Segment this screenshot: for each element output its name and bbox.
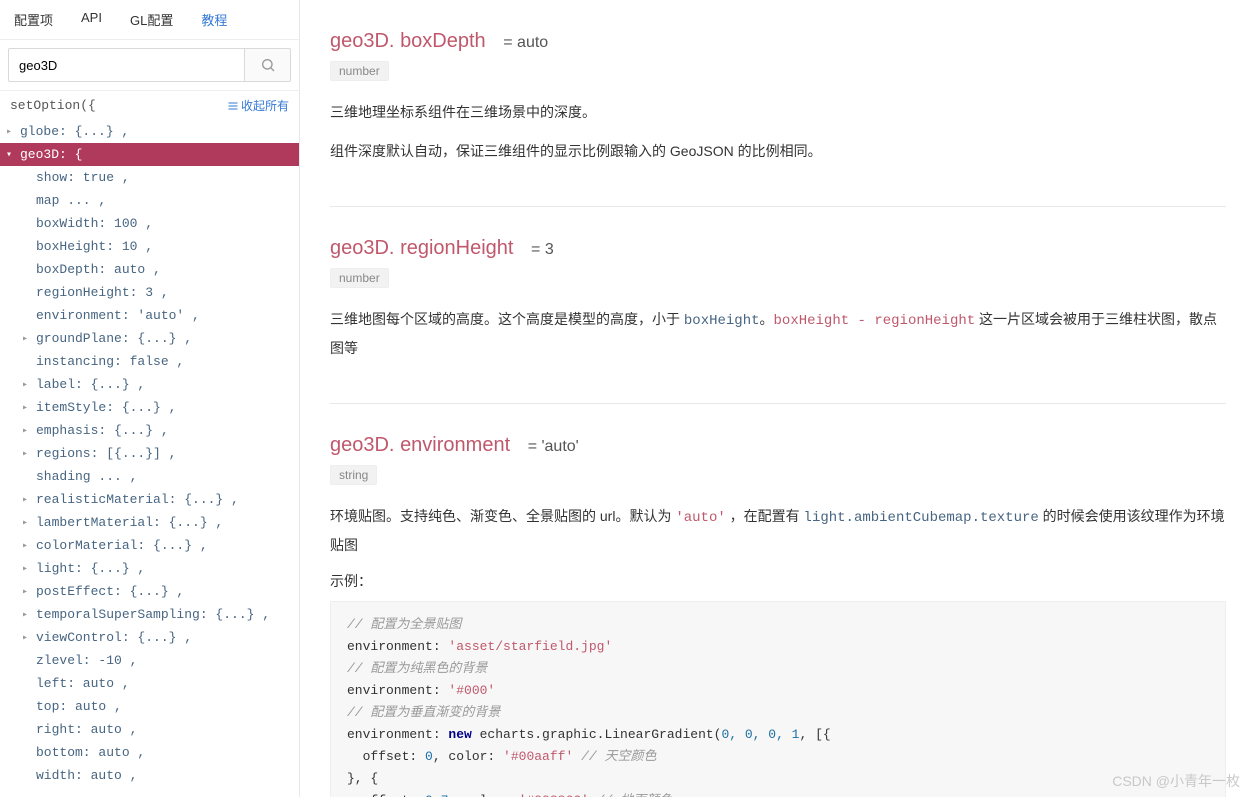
title-name: environment (400, 434, 510, 456)
search-row (0, 40, 299, 91)
option-tree: ▸globe: {...} , ▾geo3D: { show: true , m… (0, 120, 299, 797)
chevron-right-icon: ▸ (22, 632, 28, 644)
title-prefix: geo3D. (330, 30, 400, 52)
desc-paragraph: 三维地理坐标系组件在三维场景中的深度。 (330, 99, 1226, 126)
collapse-all-label: 收起所有 (241, 97, 289, 114)
type-badge: string (330, 465, 377, 485)
tree-item-top[interactable]: top: auto , (0, 695, 299, 718)
chevron-right-icon: ▸ (22, 333, 28, 345)
collapse-icon (227, 100, 239, 112)
sidebar: 配置项 API GL配置 教程 setOption({ 收起所有 ▸globe:… (0, 0, 300, 797)
chevron-right-icon: ▸ (22, 609, 28, 621)
tree-item-boxdepth[interactable]: boxDepth: auto , (0, 258, 299, 281)
tab-options[interactable]: 配置项 (0, 0, 67, 39)
tree-item-regions[interactable]: ▸regions: [{...}] , (0, 442, 299, 465)
chevron-down-icon: ▾ (6, 149, 12, 161)
tree-item-boxwidth[interactable]: boxWidth: 100 , (0, 212, 299, 235)
code-link[interactable]: light.ambientCubemap.texture (804, 510, 1039, 526)
section-title: geo3D. boxDepth = auto (330, 30, 1226, 53)
chevron-right-icon: ▸ (22, 586, 28, 598)
section-regionheight: geo3D. regionHeight = 3 number 三维地图每个区域的… (330, 206, 1226, 403)
title-prefix: geo3D. (330, 434, 400, 456)
chevron-right-icon: ▸ (22, 494, 28, 506)
tree-item-globe[interactable]: ▸globe: {...} , (0, 120, 299, 143)
tree-item-colormaterial[interactable]: ▸colorMaterial: {...} , (0, 534, 299, 557)
type-badge: number (330, 268, 389, 288)
tree-item-groundplane[interactable]: ▸groundPlane: {...} , (0, 327, 299, 350)
desc-paragraph: 环境贴图。支持纯色、渐变色、全景贴图的 url。默认为 'auto' ，在配置有… (330, 503, 1226, 558)
section-environment: geo3D. environment = 'auto' string 环境贴图。… (330, 403, 1226, 797)
title-name: regionHeight (400, 237, 513, 259)
tree-item-width[interactable]: width: auto , (0, 764, 299, 787)
search-icon (260, 57, 276, 73)
chevron-right-icon: ▸ (22, 517, 28, 529)
tree-item-zlevel[interactable]: zlevel: -10 , (0, 649, 299, 672)
code-link[interactable]: boxHeight (684, 313, 760, 329)
tab-glconfig[interactable]: GL配置 (116, 0, 187, 39)
tab-api[interactable]: API (67, 0, 116, 39)
tree-item-light[interactable]: ▸light: {...} , (0, 557, 299, 580)
tab-bar: 配置项 API GL配置 教程 (0, 0, 299, 40)
chevron-right-icon: ▸ (22, 448, 28, 460)
tree-item-label[interactable]: ▸label: {...} , (0, 373, 299, 396)
desc-paragraph: 三维地图每个区域的高度。这个高度是模型的高度，小于 boxHeight。boxH… (330, 306, 1226, 361)
app-root: 配置项 API GL配置 教程 setOption({ 收起所有 ▸globe:… (0, 0, 1256, 797)
tree-item-bottom[interactable]: bottom: auto , (0, 741, 299, 764)
search-button[interactable] (245, 48, 291, 82)
section-title: geo3D. environment = 'auto' (330, 434, 1226, 457)
chevron-right-icon: ▸ (22, 540, 28, 552)
chevron-right-icon: ▸ (6, 126, 12, 138)
tree-item-environment[interactable]: environment: 'auto' , (0, 304, 299, 327)
title-default: = 'auto' (528, 438, 579, 455)
tree-item-boxheight[interactable]: boxHeight: 10 , (0, 235, 299, 258)
tree-item-right[interactable]: right: auto , (0, 718, 299, 741)
chevron-right-icon: ▸ (22, 563, 28, 575)
tree-item-geo3d[interactable]: ▾geo3D: { (0, 143, 299, 166)
inline-code: boxHeight - regionHeight (774, 313, 976, 329)
tree-item-posteffect[interactable]: ▸postEffect: {...} , (0, 580, 299, 603)
tree-item-left[interactable]: left: auto , (0, 672, 299, 695)
section-title: geo3D. regionHeight = 3 (330, 237, 1226, 260)
title-default: = 3 (531, 241, 554, 258)
example-label: 示例： (330, 571, 1226, 591)
chevron-right-icon: ▸ (22, 402, 28, 414)
inline-code: 'auto' (675, 510, 725, 526)
setoption-label: setOption({ (10, 98, 96, 113)
title-name: boxDepth (400, 30, 486, 52)
tree-item-instancing[interactable]: instancing: false , (0, 350, 299, 373)
tree-item-show[interactable]: show: true , (0, 166, 299, 189)
type-badge: number (330, 61, 389, 81)
tree-item-emphasis[interactable]: ▸emphasis: {...} , (0, 419, 299, 442)
search-input[interactable] (8, 48, 245, 82)
tree-item-shading[interactable]: shading ... , (0, 465, 299, 488)
tree-item-map[interactable]: map ... , (0, 189, 299, 212)
desc-paragraph: 组件深度默认自动，保证三维组件的显示比例跟输入的 GeoJSON 的比例相同。 (330, 138, 1226, 165)
tree-item-regionheight[interactable]: regionHeight: 3 , (0, 281, 299, 304)
section-boxdepth: geo3D. boxDepth = auto number 三维地理坐标系组件在… (330, 0, 1226, 206)
title-default: = auto (503, 34, 548, 51)
tab-tutorial[interactable]: 教程 (187, 0, 241, 39)
tree-item-temporalsupersampling[interactable]: ▸temporalSuperSampling: {...} , (0, 603, 299, 626)
tree-item-lambertmaterial[interactable]: ▸lambertMaterial: {...} , (0, 511, 299, 534)
code-block: // 配置为全景贴图 environment: 'asset/starfield… (330, 601, 1226, 797)
tree-item-realisticmaterial[interactable]: ▸realisticMaterial: {...} , (0, 488, 299, 511)
tree-item-viewcontrol[interactable]: ▸viewControl: {...} , (0, 626, 299, 649)
title-prefix: geo3D. (330, 237, 400, 259)
collapse-all-link[interactable]: 收起所有 (227, 97, 289, 114)
main-content: geo3D. boxDepth = auto number 三维地理坐标系组件在… (300, 0, 1256, 797)
chevron-right-icon: ▸ (22, 425, 28, 437)
tree-item-itemstyle[interactable]: ▸itemStyle: {...} , (0, 396, 299, 419)
setoption-row: setOption({ 收起所有 (0, 91, 299, 120)
chevron-right-icon: ▸ (22, 379, 28, 391)
